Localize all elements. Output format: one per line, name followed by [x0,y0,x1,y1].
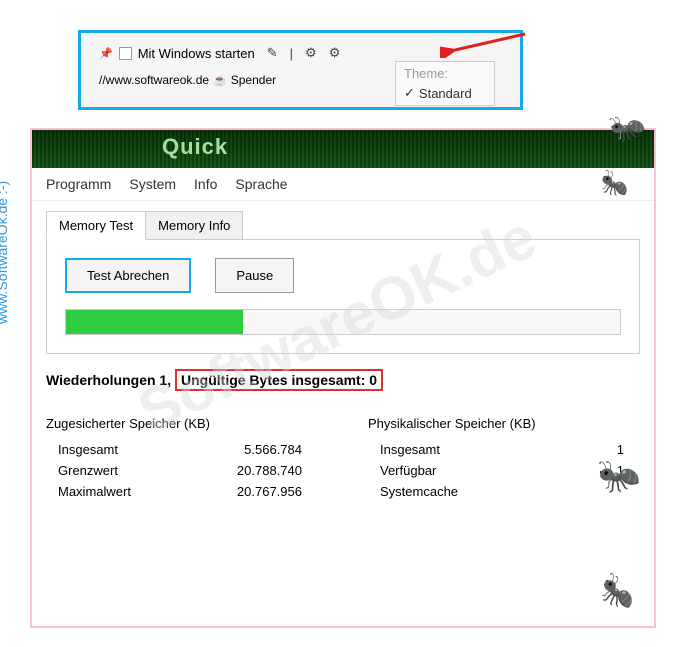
divider: | [290,46,293,61]
app-title: Quick [162,134,228,160]
start-with-windows-label: Mit Windows starten [138,46,255,61]
committed-total-label: Insgesamt [58,442,118,457]
website-link[interactable]: //www.softwareok.de [99,73,209,87]
progress-fill [66,310,243,334]
committed-limit-value: 20.788.740 [218,463,318,478]
committed-header: Zugesicherter Speicher (KB) [46,416,318,431]
tab-strip: Memory Test Memory Info [46,211,640,240]
start-with-windows-checkbox[interactable] [119,47,132,60]
tool-icon-2[interactable]: ⚙ [329,45,341,61]
committed-limit-label: Grenzwert [58,463,118,478]
tool-icon-1[interactable]: ⚙ [305,45,317,61]
invalid-bytes-highlight: Ungültige Bytes insgesamt: 0 [175,369,383,391]
donate-link[interactable]: Spender [231,73,276,87]
repetitions-label: Wiederholungen 1, [46,372,175,388]
tab-panel: Test Abrechen Pause [46,239,640,354]
tab-memory-test[interactable]: Memory Test [46,211,146,240]
committed-max-label: Maximalwert [58,484,131,499]
committed-memory-section: Zugesicherter Speicher (KB) Insgesamt 5.5… [46,416,318,502]
physical-total-label: Insgesamt [380,442,440,457]
theme-label: Theme: [404,66,486,81]
progress-bar [65,309,621,335]
menu-programm[interactable]: Programm [46,176,111,192]
side-website-label: www.SoftwareOk.de :-) [0,180,10,323]
menu-system[interactable]: System [129,176,176,192]
coffee-icon: ☕ [213,74,227,87]
check-icon: ✓ [404,85,415,101]
pin-icon[interactable]: 📌 [99,47,113,60]
title-bar: Quick [32,130,654,168]
red-arrow-icon [440,28,530,58]
theme-standard-option[interactable]: Standard [419,86,472,101]
committed-total-value: 5.566.784 [218,442,318,457]
tab-memory-info[interactable]: Memory Info [145,211,243,240]
pause-button[interactable]: Pause [215,258,294,293]
app-window: Quick Programm System Info Sprache Memor… [30,128,656,628]
theme-dropdown[interactable]: Theme: ✓ Standard [395,61,495,106]
bug-decoration-3: 🐜 [595,452,644,499]
menu-bar: Programm System Info Sprache [32,168,654,201]
committed-max-value: 20.767.956 [218,484,318,499]
physical-cache-label: Systemcache [380,484,458,499]
menu-info[interactable]: Info [194,176,217,192]
status-line: Wiederholungen 1, Ungültige Bytes insges… [46,372,640,388]
physical-avail-label: Verfügbar [380,463,436,478]
abort-test-button[interactable]: Test Abrechen [65,258,191,293]
menu-sprache[interactable]: Sprache [235,176,287,192]
edit-icon[interactable]: ✎ [267,45,278,61]
physical-header: Physikalischer Speicher (KB) [368,416,640,431]
